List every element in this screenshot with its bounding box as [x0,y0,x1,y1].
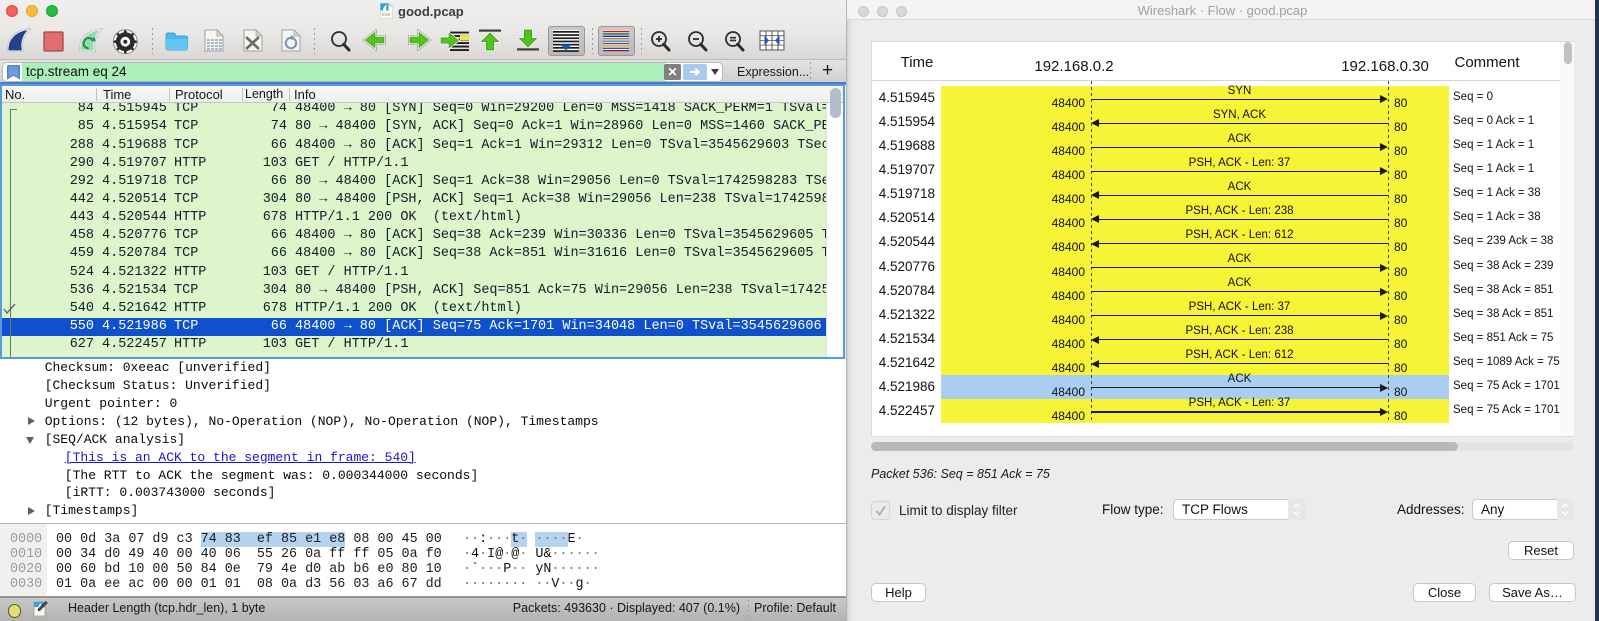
svg-text:010: 010 [382,12,390,18]
